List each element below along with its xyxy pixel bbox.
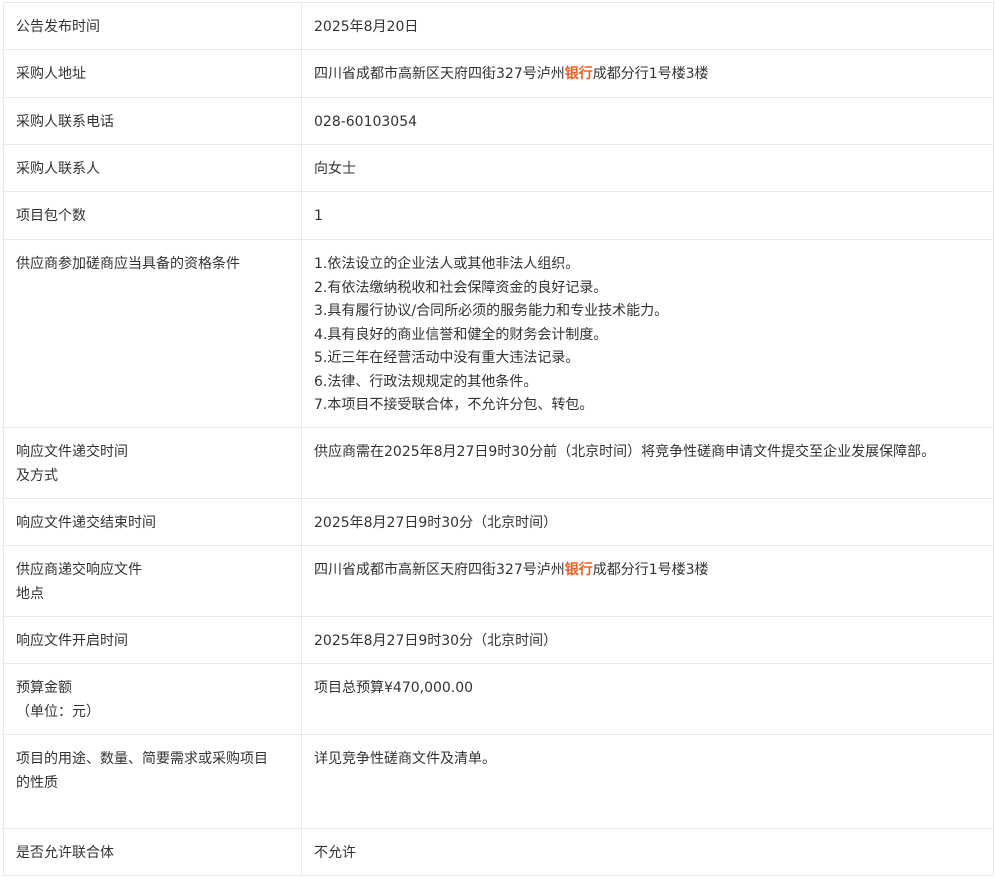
value-text: 2025年8月27日9时30分（北京时间） xyxy=(314,633,558,649)
table-row: 响应文件递交结束时间 2025年8月27日9时30分（北京时间） xyxy=(3,498,994,546)
table-row: 项目包个数 1 xyxy=(3,191,994,240)
row-label: 预算金额 （单位：元） xyxy=(3,663,302,735)
announcement-table-container: 公告发布时间 2025年8月20日 采购人地址 四川省成都市高新区天府四街327… xyxy=(3,2,994,876)
label-text: 响应文件开启时间 xyxy=(16,633,128,649)
row-value: 四川省成都市高新区天府四街327号泸州银行成都分行1号楼3楼 xyxy=(301,49,994,98)
value-text: 供应商需在2025年8月27日9时30分前（北京时间）将竞争性磋商申请文件提交至… xyxy=(314,444,936,460)
label-text: 响应文件递交时间 xyxy=(16,444,128,460)
table-row: 响应文件开启时间 2025年8月27日9时30分（北京时间） xyxy=(3,616,994,664)
label-text: 采购人联系电话 xyxy=(16,114,114,130)
row-value: 四川省成都市高新区天府四街327号泸州银行成都分行1号楼3楼 xyxy=(301,545,994,617)
row-label: 项目包个数 xyxy=(3,191,302,240)
label-text: 供应商参加磋商应当具备的资格条件 xyxy=(16,256,240,272)
value-text: 向女士 xyxy=(314,161,356,177)
highlight-keyword: 银行 xyxy=(564,562,593,578)
table-row: 供应商递交响应文件 地点 四川省成都市高新区天府四街327号泸州银行成都分行1号楼… xyxy=(3,545,994,617)
row-label: 供应商递交响应文件 地点 xyxy=(3,545,302,617)
value-text: 四川省成都市高新区天府四街327号泸州银行成都分行1号楼3楼 xyxy=(314,559,981,583)
label-text: 公告发布时间 xyxy=(16,19,100,35)
qualification-item: 1.依法设立的企业法人或其他非法人组织。 xyxy=(314,256,580,272)
address-part: 成都分行1号楼3楼 xyxy=(592,562,709,578)
label-text: 采购人地址 xyxy=(16,66,86,82)
row-value: 详见竞争性磋商文件及清单。 xyxy=(301,734,994,829)
row-value: 项目总预算¥470,000.00 xyxy=(301,663,994,735)
address-part: 四川省成都市高新区天府四街327号泸州 xyxy=(314,562,565,578)
table-row: 公告发布时间 2025年8月20日 xyxy=(3,2,994,50)
table-row: 采购人地址 四川省成都市高新区天府四街327号泸州银行成都分行1号楼3楼 xyxy=(3,49,994,98)
row-label: 是否允许联合体 xyxy=(3,828,302,876)
label-text: 项目的用途、数量、简要需求或采购项目 xyxy=(16,751,268,767)
row-value: 028-60103054 xyxy=(301,97,994,145)
announcement-table: 公告发布时间 2025年8月20日 采购人地址 四川省成都市高新区天府四街327… xyxy=(3,2,994,876)
table-row: 预算金额 （单位：元） 项目总预算¥470,000.00 xyxy=(3,663,994,735)
label-text: 是否允许联合体 xyxy=(16,845,114,861)
row-label: 响应文件递交结束时间 xyxy=(3,498,302,546)
label-text: （单位：元） xyxy=(16,703,100,720)
qualification-item: 4.具有良好的商业信誉和健全的财务会计制度。 xyxy=(314,326,608,343)
row-label: 项目的用途、数量、简要需求或采购项目 的性质 xyxy=(3,734,302,829)
table-row: 采购人联系人 向女士 xyxy=(3,144,994,192)
row-label: 供应商参加磋商应当具备的资格条件 xyxy=(3,239,302,428)
label-text: 的性质 xyxy=(16,774,58,791)
table-row: 供应商参加磋商应当具备的资格条件 1.依法设立的企业法人或其他非法人组织。 2.… xyxy=(3,239,994,428)
address-part: 四川省成都市高新区天府四街327号泸州 xyxy=(314,66,565,82)
value-text: 028-60103054 xyxy=(314,114,418,130)
label-text: 响应文件递交结束时间 xyxy=(16,515,156,531)
value-text: 不允许 xyxy=(314,845,356,861)
row-value: 2025年8月27日9时30分（北京时间） xyxy=(301,616,994,664)
value-text: 项目总预算¥470,000.00 xyxy=(314,680,474,696)
highlight-keyword: 银行 xyxy=(564,66,593,82)
label-text: 及方式 xyxy=(16,467,58,484)
row-label: 采购人联系电话 xyxy=(3,97,302,145)
row-value: 向女士 xyxy=(301,144,994,192)
value-text: 2025年8月27日9时30分（北京时间） xyxy=(314,515,558,531)
row-label: 采购人联系人 xyxy=(3,144,302,192)
row-value: 1 xyxy=(301,191,994,240)
qualification-item: 7.本项目不接受联合体，不允许分包、转包。 xyxy=(314,397,594,413)
table-row: 响应文件递交时间 及方式 供应商需在2025年8月27日9时30分前（北京时间）将… xyxy=(3,427,994,499)
table-row: 采购人联系电话 028-60103054 xyxy=(3,97,994,145)
qualification-item: 2.有依法缴纳税收和社会保障资金的良好记录。 xyxy=(314,279,608,296)
label-text: 采购人联系人 xyxy=(16,161,100,177)
row-label: 采购人地址 xyxy=(3,49,302,98)
value-text: 详见竞争性磋商文件及清单。 xyxy=(314,751,496,767)
row-value: 不允许 xyxy=(301,828,994,876)
row-label: 响应文件开启时间 xyxy=(3,616,302,664)
qualification-item: 6.法律、行政法规规定的其他条件。 xyxy=(314,373,538,390)
qualification-item: 5.近三年在经营活动中没有重大违法记录。 xyxy=(314,350,580,366)
value-text: 四川省成都市高新区天府四街327号泸州银行成都分行1号楼3楼 xyxy=(314,63,981,87)
label-text: 项目包个数 xyxy=(16,208,86,224)
value-text: 2025年8月20日 xyxy=(314,19,419,35)
table-row: 项目的用途、数量、简要需求或采购项目 的性质 详见竞争性磋商文件及清单。 xyxy=(3,734,994,829)
label-text: 地点 xyxy=(16,585,44,602)
row-label: 响应文件递交时间 及方式 xyxy=(3,427,302,499)
label-text: 供应商递交响应文件 xyxy=(16,562,142,578)
label-text: 预算金额 xyxy=(16,680,72,696)
row-value: 2025年8月20日 xyxy=(301,2,994,50)
address-part: 成都分行1号楼3楼 xyxy=(592,66,709,82)
row-label: 公告发布时间 xyxy=(3,2,302,50)
qualification-item: 3.具有履行协议/合同所必须的服务能力和专业技术能力。 xyxy=(314,303,669,319)
table-row: 是否允许联合体 不允许 xyxy=(3,828,994,876)
row-value: 供应商需在2025年8月27日9时30分前（北京时间）将竞争性磋商申请文件提交至… xyxy=(301,427,994,499)
value-text: 1 xyxy=(314,208,323,224)
row-value: 1.依法设立的企业法人或其他非法人组织。 2.有依法缴纳税收和社会保障资金的良好… xyxy=(301,239,994,428)
row-value: 2025年8月27日9时30分（北京时间） xyxy=(301,498,994,546)
